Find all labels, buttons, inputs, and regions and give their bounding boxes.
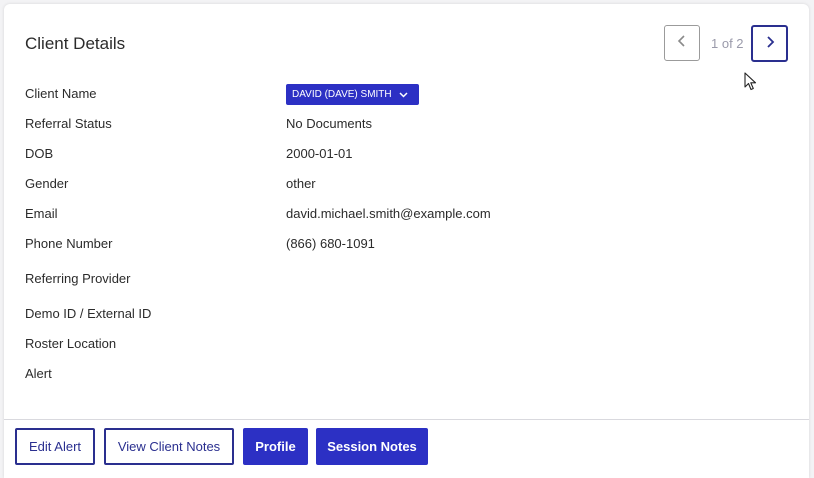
client-details-card: Client Details 1 of 2 Client Name DAVID … (4, 4, 809, 478)
email-label: Email (25, 206, 58, 221)
demo-id-label: Demo ID / External ID (25, 306, 152, 321)
footer-divider (4, 419, 809, 420)
referral-status-value: No Documents (286, 116, 372, 131)
client-name-dropdown[interactable]: DAVID (DAVE) SMITH (286, 84, 419, 105)
gender-label: Gender (25, 176, 69, 191)
chevron-right-icon (765, 35, 775, 53)
client-name-value: DAVID (DAVE) SMITH (292, 89, 392, 100)
mouse-cursor-icon (744, 72, 758, 97)
chevron-down-icon (399, 91, 408, 98)
dob-value: 2000-01-01 (286, 146, 353, 161)
session-notes-button[interactable]: Session Notes (316, 428, 428, 465)
next-page-button[interactable] (751, 25, 788, 62)
alert-label: Alert (25, 366, 52, 381)
view-client-notes-button[interactable]: View Client Notes (104, 428, 234, 465)
client-name-label: Client Name (25, 86, 97, 101)
phone-number-label: Phone Number (25, 236, 113, 251)
roster-location-label: Roster Location (25, 336, 117, 351)
profile-button[interactable]: Profile (243, 428, 308, 465)
chevron-left-icon (677, 34, 687, 52)
referring-provider-label: Referring Provider (25, 271, 131, 286)
dob-label: DOB (25, 146, 54, 161)
page-indicator: 1 of 2 (711, 36, 744, 51)
edit-alert-button[interactable]: Edit Alert (15, 428, 95, 465)
page-title: Client Details (25, 34, 126, 53)
email-value: david.michael.smith@example.com (286, 206, 491, 221)
phone-number-value: (866) 680-1091 (286, 236, 375, 251)
previous-page-button[interactable] (664, 25, 700, 61)
gender-value: other (286, 176, 316, 191)
referral-status-label: Referral Status (25, 116, 112, 131)
